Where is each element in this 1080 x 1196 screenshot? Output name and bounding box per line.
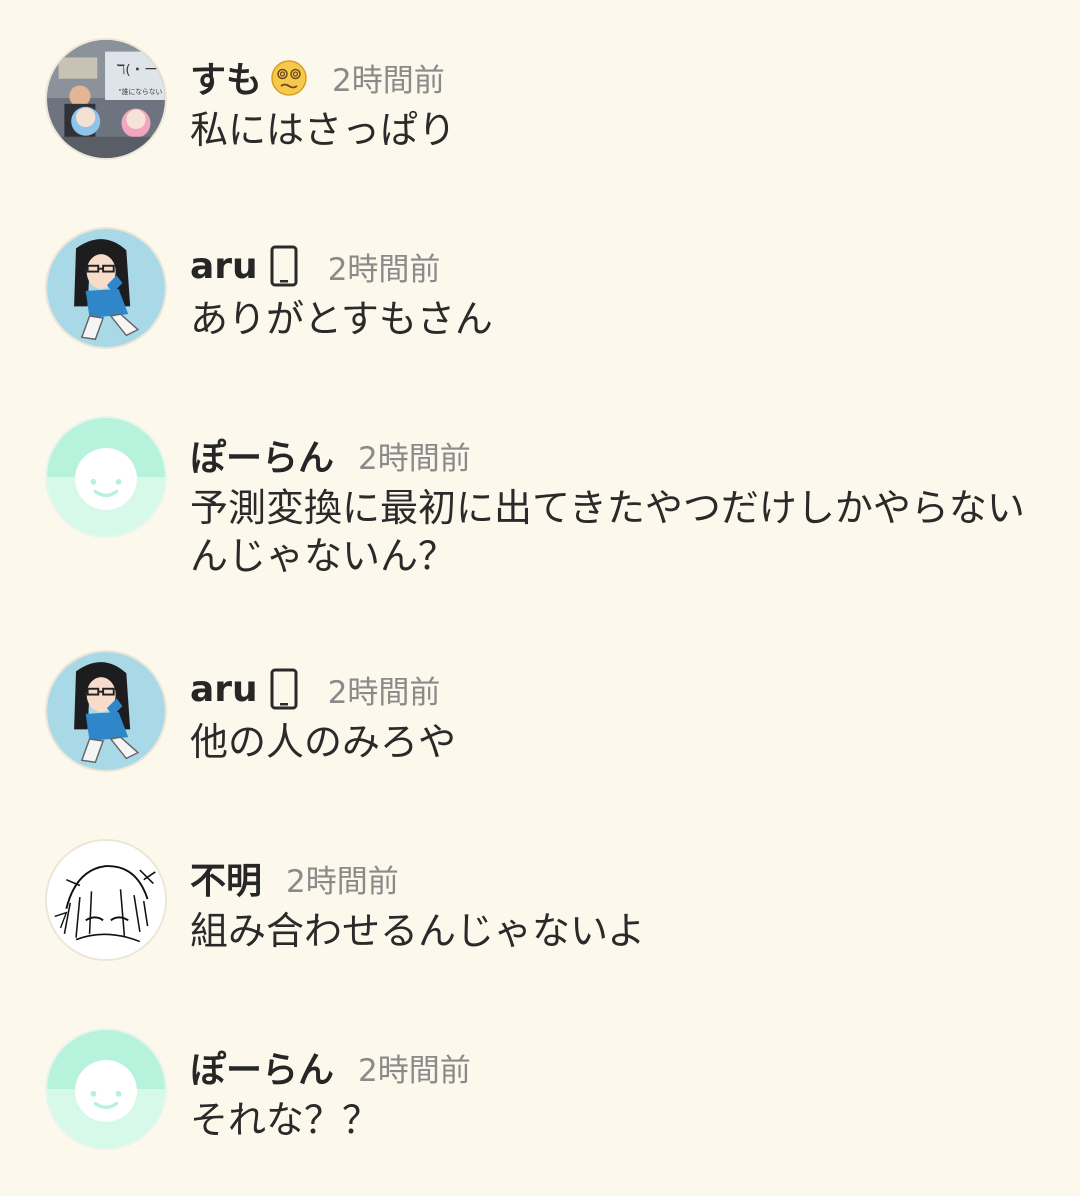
user-name[interactable]: aru (190, 669, 258, 710)
avatar[interactable] (45, 1028, 167, 1150)
smartphone-icon (266, 667, 304, 711)
user-name[interactable]: aru (190, 246, 258, 287)
comment-text: 他の人のみろや (190, 720, 457, 764)
svg-text:"誰にならない: "誰にならない (119, 87, 163, 96)
comment-text: それな？？ (190, 1098, 381, 1142)
sketch-avatar-image (47, 841, 165, 959)
comment-text: ありがとすもさん (190, 297, 493, 341)
avatar[interactable] (45, 650, 167, 772)
user-name[interactable]: ぽーらん (190, 429, 334, 481)
default-face-avatar-image (47, 1030, 165, 1148)
avatar[interactable]: ℸ(・ー "誰にならない (45, 38, 167, 160)
comment-text: 私にはさっぱり (190, 108, 457, 152)
avatar[interactable] (45, 227, 167, 349)
timestamp: 2時間前 (358, 1052, 471, 1089)
timestamp: 2時間前 (327, 674, 441, 711)
user-name[interactable]: すも (190, 51, 262, 103)
anime-girl-avatar-image (47, 229, 165, 347)
timestamp: 2時間前 (286, 863, 399, 900)
avatar[interactable] (45, 839, 167, 961)
timestamp: 2時間前 (358, 440, 471, 477)
dizzy-face-emoji-icon (270, 55, 308, 99)
avatar[interactable] (45, 416, 167, 538)
comment-feed: ℸ(・ー "誰にならない すも 2時間前 私にはさっぱり aru 2時間前 あり… (0, 0, 1080, 1196)
user-name[interactable]: 不明 (190, 852, 262, 904)
default-face-avatar-image (47, 418, 165, 536)
smartphone-icon (266, 244, 304, 288)
timestamp: 2時間前 (332, 62, 445, 99)
timestamp: 2時間前 (327, 251, 441, 288)
comment-text: 予測変換に最初に出てきたやつだけしかやらないんじゃないん？ (190, 486, 1025, 578)
user-name[interactable]: ぽーらん (190, 1041, 334, 1093)
photo-avatar-image: ℸ(・ー "誰にならない (47, 40, 165, 158)
anime-girl-avatar-image (47, 652, 165, 770)
svg-text:ℸ(・ー: ℸ(・ー (117, 62, 158, 78)
comment-text: 組み合わせるんじゃないよ (190, 909, 646, 953)
